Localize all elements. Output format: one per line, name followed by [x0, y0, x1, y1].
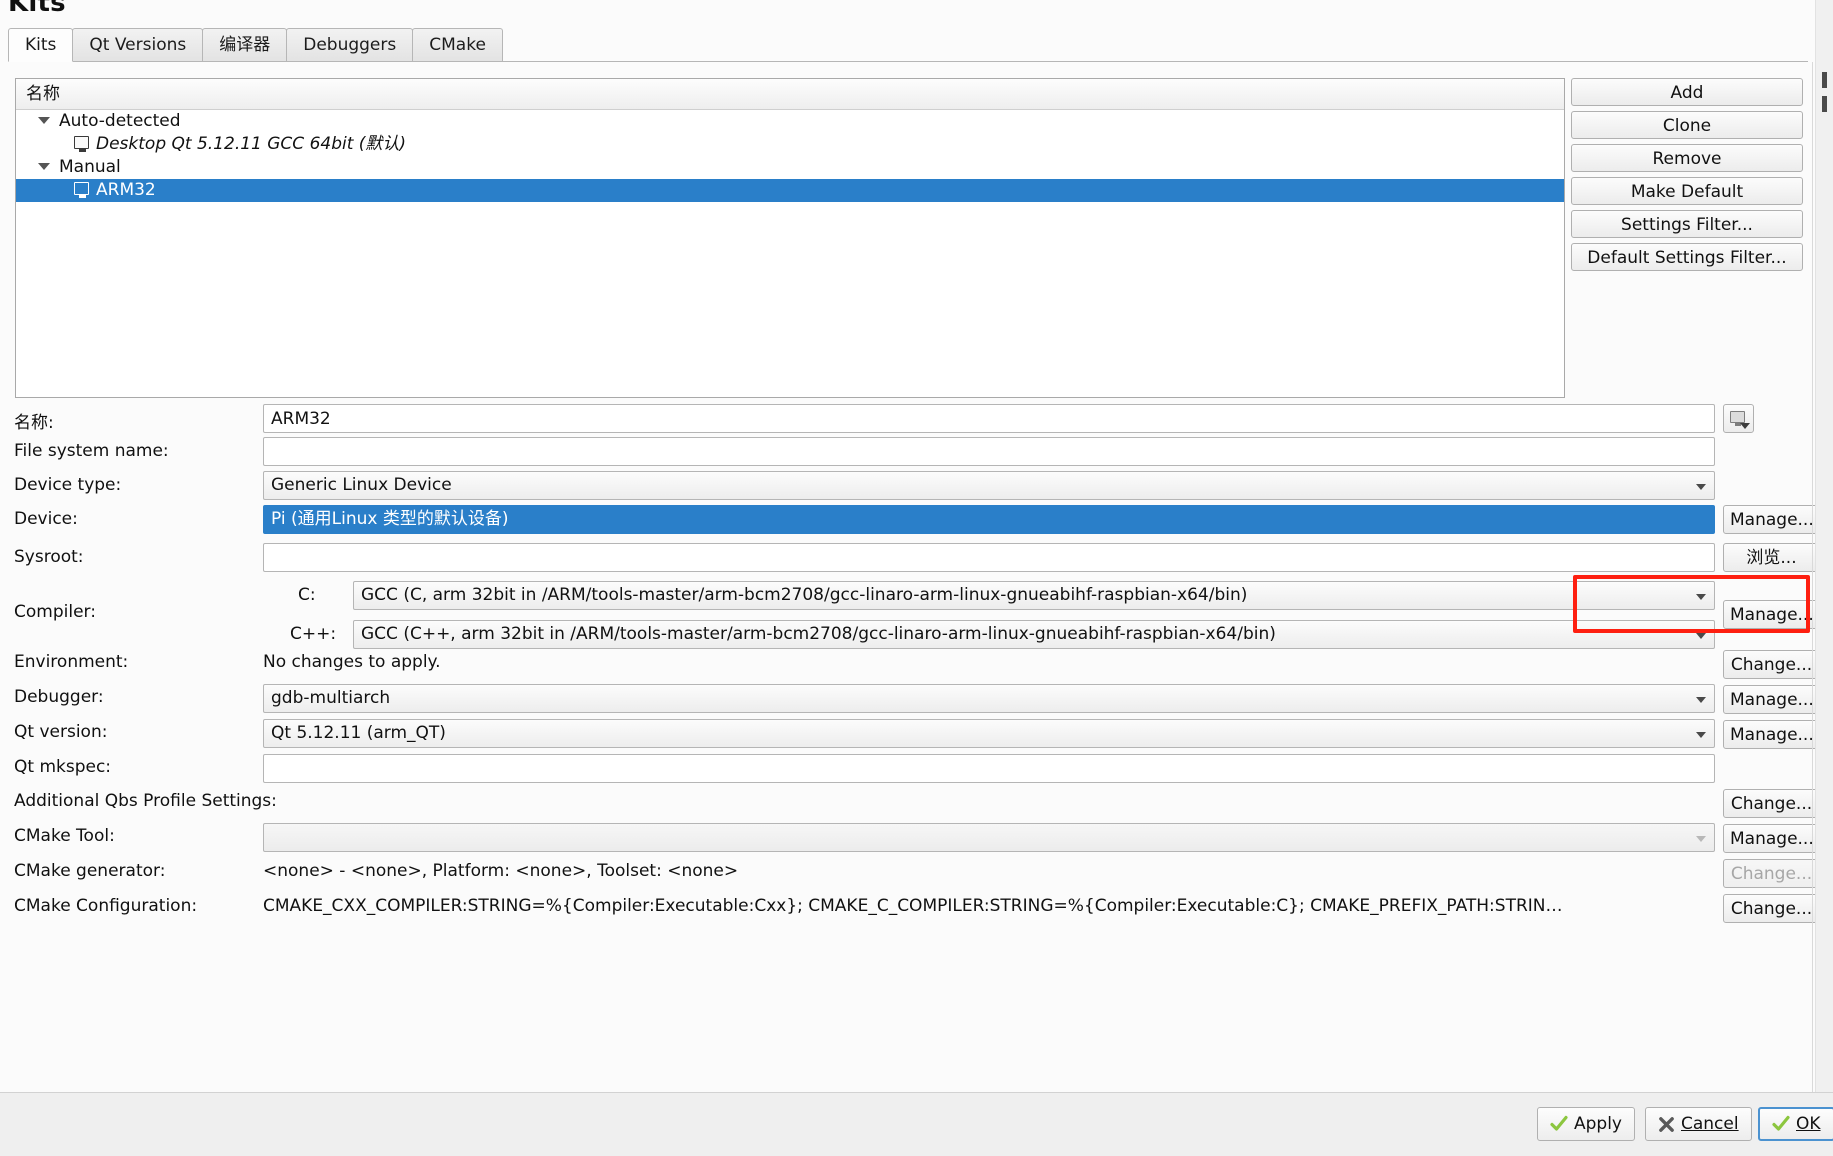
tree-group-label: Auto-detected	[59, 111, 181, 131]
page-title: Kits	[8, 0, 66, 18]
device-label: Device:	[14, 509, 78, 529]
device-value: Pi (通用Linux 类型的默认设备)	[271, 509, 509, 529]
compiler-label: Compiler:	[14, 602, 96, 622]
tree-column-header-name[interactable]: 名称	[16, 79, 1564, 110]
monitor-icon	[74, 136, 89, 152]
file-system-name-input[interactable]	[263, 437, 1715, 466]
tree-group-manual[interactable]: Manual	[16, 156, 1564, 179]
additional-qbs-change-button[interactable]: Change...	[1723, 789, 1820, 818]
qt-mkspec-label: Qt mkspec:	[14, 757, 112, 777]
debugger-label: Debugger:	[14, 687, 104, 707]
tree-group-auto-detected[interactable]: Auto-detected	[16, 110, 1564, 133]
debugger-combobox[interactable]: gdb-multiarch	[263, 684, 1715, 713]
kits-options-dialog: Kits Kits Qt Versions 编译器 Debuggers CMak…	[0, 0, 1833, 1156]
check-icon	[1772, 1115, 1790, 1133]
monitor-icon	[74, 182, 89, 198]
cmake-tool-combobox[interactable]	[263, 823, 1715, 852]
close-icon	[1658, 1116, 1675, 1133]
sysroot-label: Sysroot:	[14, 547, 84, 567]
qt-version-manage-button[interactable]: Manage...	[1723, 720, 1820, 749]
dialog-button-bar: Apply Cancel OK	[0, 1092, 1833, 1156]
device-combobox[interactable]: Pi (通用Linux 类型的默认设备)	[263, 505, 1715, 534]
device-manage-button[interactable]: Manage...	[1723, 505, 1820, 534]
device-type-combobox[interactable]: Generic Linux Device	[263, 471, 1715, 500]
environment-value: No changes to apply.	[263, 652, 441, 672]
outer-window-edge	[1815, 0, 1833, 1156]
monitor-icon	[1730, 411, 1745, 426]
tree-item-label: ARM32	[96, 180, 156, 200]
cmake-generator-label: CMake generator:	[14, 861, 166, 881]
make-default-button[interactable]: Make Default	[1571, 177, 1803, 205]
compiler-cpp-label: C++:	[290, 624, 337, 644]
cmake-configuration-change-button[interactable]: Change...	[1723, 894, 1820, 923]
debugger-manage-button[interactable]: Manage...	[1723, 685, 1820, 714]
clone-button[interactable]: Clone	[1571, 111, 1803, 139]
tree-item-arm32[interactable]: ARM32	[16, 179, 1564, 202]
tab-qt-versions[interactable]: Qt Versions	[72, 28, 204, 61]
tab-debuggers[interactable]: Debuggers	[286, 28, 414, 61]
sysroot-browse-button[interactable]: 浏览...	[1723, 543, 1820, 572]
environment-label: Environment:	[14, 652, 129, 672]
compiler-manage-button[interactable]: Manage...	[1723, 600, 1820, 629]
cancel-button[interactable]: Cancel	[1645, 1107, 1752, 1141]
tree-item-label: Desktop Qt 5.12.11 GCC 64bit (默认)	[96, 134, 407, 154]
remove-button[interactable]: Remove	[1571, 144, 1803, 172]
file-system-name-label: File system name:	[14, 441, 169, 461]
cancel-label: Cancel	[1681, 1114, 1739, 1134]
edge-marker-icon	[1822, 72, 1827, 88]
cmake-tool-label: CMake Tool:	[14, 826, 115, 846]
apply-button[interactable]: Apply	[1537, 1107, 1635, 1141]
qt-version-value: Qt 5.12.11 (arm_QT)	[271, 723, 446, 743]
qt-mkspec-input[interactable]	[263, 754, 1715, 783]
tab-cmake[interactable]: CMake	[412, 28, 503, 61]
apply-label: Apply	[1574, 1114, 1622, 1134]
compiler-cpp-value: GCC (C++, arm 32bit in /ARM/tools-master…	[361, 624, 1276, 644]
kit-actions-panel: Add Clone Remove Make Default Settings F…	[1571, 78, 1803, 276]
additional-qbs-profile-settings-label: Additional Qbs Profile Settings:	[14, 791, 277, 811]
tree-group-label: Manual	[59, 157, 121, 177]
tab-kits[interactable]: Kits	[8, 28, 74, 62]
name-device-picker-button[interactable]	[1723, 404, 1754, 433]
ok-button[interactable]: OK	[1758, 1107, 1833, 1141]
cmake-generator-change-button: Change...	[1723, 859, 1820, 888]
ok-label: OK	[1796, 1114, 1821, 1134]
compiler-c-value: GCC (C, arm 32bit in /ARM/tools-master/a…	[361, 585, 1248, 605]
check-icon	[1550, 1115, 1568, 1133]
chevron-down-icon[interactable]	[38, 116, 50, 124]
name-label: 名称:	[14, 413, 54, 433]
sysroot-input[interactable]	[263, 543, 1715, 572]
tree-body: Auto-detected Desktop Qt 5.12.11 GCC 64b…	[16, 110, 1564, 202]
qt-version-label: Qt version:	[14, 722, 108, 742]
default-settings-filter-button[interactable]: Default Settings Filter...	[1571, 243, 1803, 271]
compiler-cpp-combobox[interactable]: GCC (C++, arm 32bit in /ARM/tools-master…	[353, 620, 1715, 649]
name-input[interactable]	[263, 404, 1715, 433]
add-button[interactable]: Add	[1571, 78, 1803, 106]
settings-filter-button[interactable]: Settings Filter...	[1571, 210, 1803, 238]
environment-change-button[interactable]: Change...	[1723, 650, 1820, 679]
device-type-value: Generic Linux Device	[271, 475, 452, 495]
cmake-tool-manage-button[interactable]: Manage...	[1723, 824, 1820, 853]
compiler-c-combobox[interactable]: GCC (C, arm 32bit in /ARM/tools-master/a…	[353, 581, 1715, 610]
compiler-c-label: C:	[298, 585, 316, 605]
tab-bar: Kits Qt Versions 编译器 Debuggers CMake	[8, 28, 1808, 62]
panel-divider	[1812, 62, 1813, 1092]
chevron-down-icon	[1740, 423, 1750, 429]
chevron-down-icon[interactable]	[38, 162, 50, 170]
cmake-configuration-label: CMake Configuration:	[14, 896, 198, 916]
tab-compilers[interactable]: 编译器	[202, 28, 288, 61]
qt-version-combobox[interactable]: Qt 5.12.11 (arm_QT)	[263, 719, 1715, 748]
cmake-configuration-value: CMAKE_CXX_COMPILER:STRING=%{Compiler:Exe…	[263, 896, 1563, 916]
edge-marker-icon	[1822, 96, 1827, 112]
device-type-label: Device type:	[14, 475, 122, 495]
kits-tree: 名称 Auto-detected Desktop Qt 5.12.11 GCC …	[15, 78, 1565, 398]
cmake-generator-value: <none> - <none>, Platform: <none>, Tools…	[263, 861, 739, 881]
tree-item-desktop-kit[interactable]: Desktop Qt 5.12.11 GCC 64bit (默认)	[16, 133, 1564, 156]
debugger-value: gdb-multiarch	[271, 688, 391, 708]
